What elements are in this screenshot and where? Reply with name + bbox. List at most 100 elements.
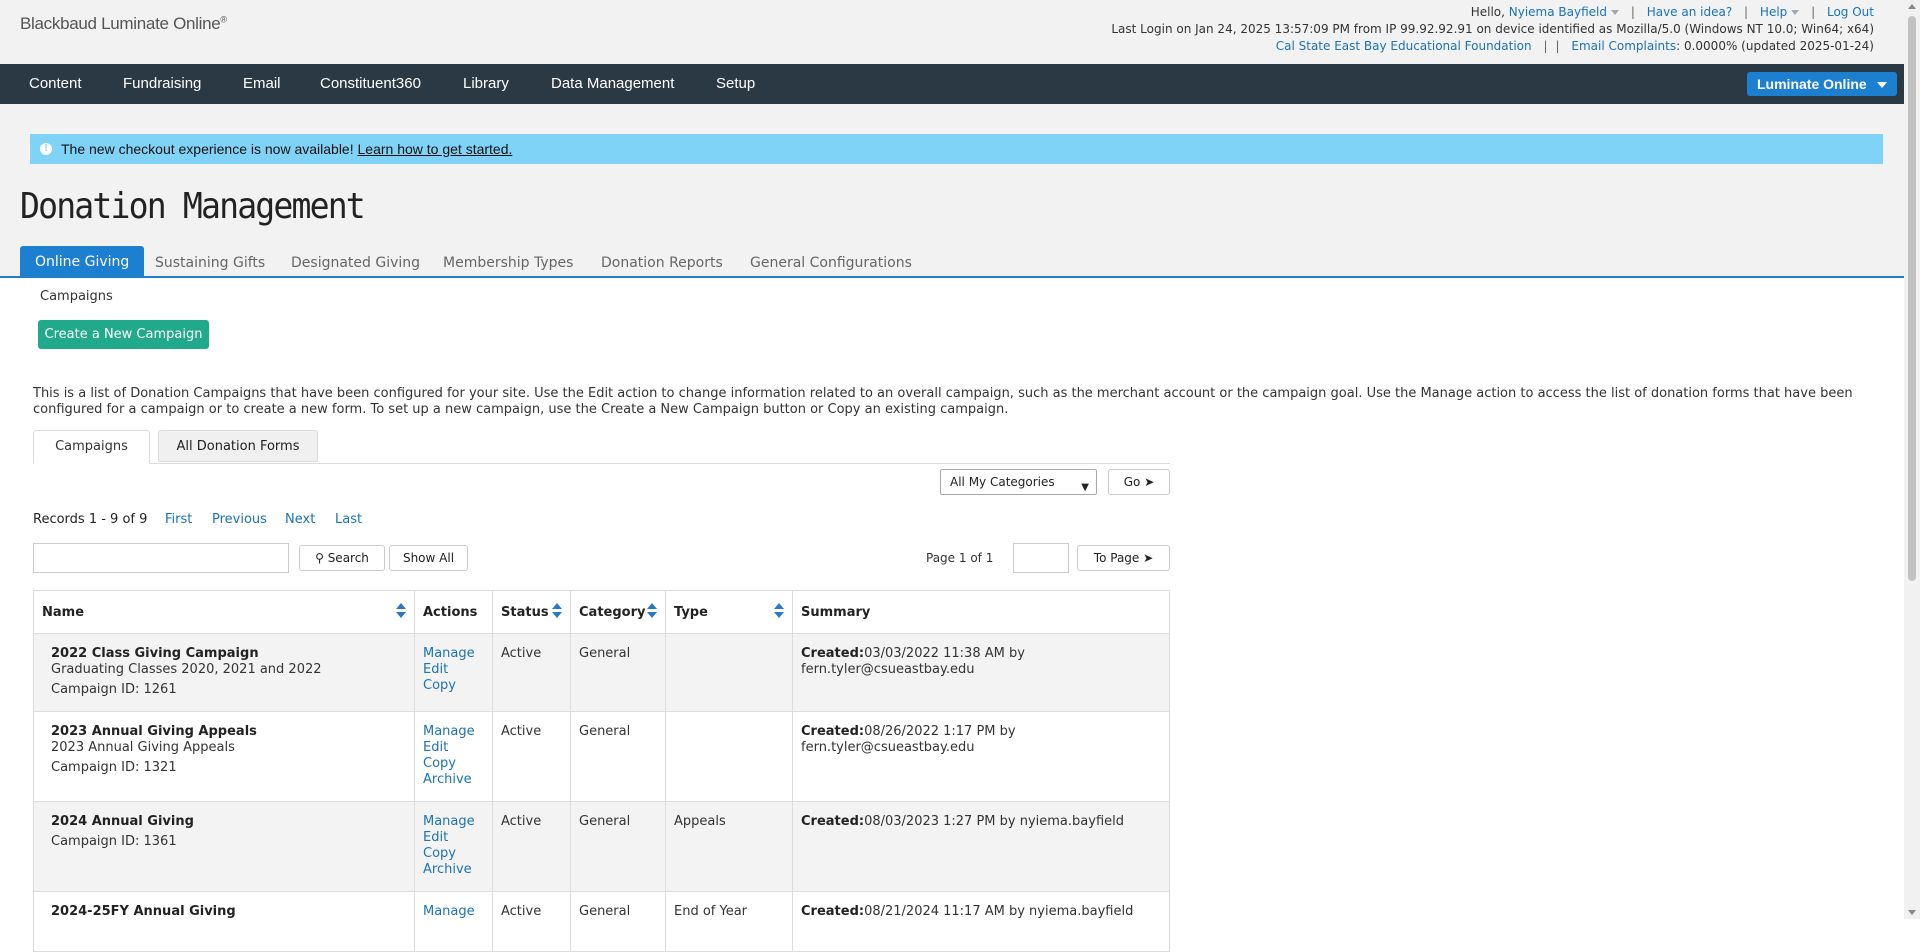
tab-sustaining-gifts[interactable]: Sustaining Gifts	[155, 248, 265, 278]
scroll-down-icon[interactable]	[1908, 910, 1916, 915]
col-name[interactable]: Name	[33, 590, 415, 634]
campaign-name: 2023 Annual Giving Appeals	[51, 724, 257, 739]
page-scrollbar[interactable]	[1904, 0, 1920, 919]
last-login-text: Last Login on Jan 24, 2025 13:57:09 PM f…	[1111, 22, 1874, 36]
nav-fundraising[interactable]: Fundraising	[123, 64, 201, 104]
tab-donation-reports[interactable]: Donation Reports	[601, 248, 723, 278]
chevron-down-icon	[1611, 10, 1619, 15]
page-title: Donation Management	[20, 186, 366, 227]
main-nav: Content Fundraising Email Constituent360…	[0, 64, 1920, 104]
category-select[interactable]: All My Categories ▼	[940, 469, 1097, 495]
product-switcher-button[interactable]: Luminate Online	[1747, 72, 1897, 96]
nav-setup[interactable]: Setup	[716, 64, 755, 104]
to-page-button[interactable]: To Page ➤	[1077, 545, 1170, 571]
archive-link[interactable]: Archive	[423, 772, 484, 788]
chevron-down-icon	[1877, 82, 1887, 88]
have-idea-link[interactable]: Have an idea?	[1647, 5, 1733, 19]
campaign-id: Campaign ID: 1361	[51, 834, 177, 849]
logout-link[interactable]: Log Out	[1827, 5, 1874, 19]
status-cell: Active	[492, 633, 571, 712]
user-menu[interactable]: Nyiema Bayfield	[1509, 5, 1619, 19]
search-button[interactable]: ⚲ Search	[299, 545, 385, 571]
col-summary: Summary	[792, 590, 1170, 634]
manage-link[interactable]: Manage	[423, 904, 484, 920]
alert-text: The new checkout experience is now avail…	[61, 141, 354, 157]
create-campaign-button[interactable]: Create a New Campaign	[38, 320, 209, 349]
type-cell: End of Year	[665, 891, 793, 952]
top-header: Blackbaud Luminate Online® Hello, Nyiema…	[0, 0, 1920, 64]
email-complaints-link[interactable]: Email Complaints	[1571, 39, 1676, 53]
records-count: Records 1 - 9 of 9	[33, 512, 148, 527]
category-cell: General	[570, 711, 666, 802]
hello-label: Hello,	[1470, 5, 1505, 19]
search-input[interactable]	[33, 543, 289, 573]
campaign-subtabs: Campaigns All Donation Forms	[33, 430, 1170, 464]
go-button[interactable]: Go ➤	[1108, 469, 1170, 495]
campaign-id: Campaign ID: 1321	[51, 760, 177, 775]
manage-link[interactable]: Manage	[423, 724, 484, 740]
tab-online-giving[interactable]: Online Giving	[20, 246, 145, 278]
table-row: 2024 Annual Giving Campaign ID: 1361 Man…	[33, 801, 1170, 892]
summary-cell: Created:08/26/2022 1:17 PM by fern.tyler…	[792, 711, 1170, 802]
chevron-down-icon: ▼	[1081, 482, 1089, 493]
status-cell: Active	[492, 801, 571, 892]
nav-email[interactable]: Email	[243, 64, 281, 104]
edit-link[interactable]: Edit	[423, 740, 484, 756]
arrow-right-circle-icon: ➤	[1144, 475, 1155, 489]
campaign-id: Campaign ID: 1261	[51, 682, 177, 697]
sort-icon	[552, 603, 562, 619]
nav-constituent360[interactable]: Constituent360	[320, 64, 421, 104]
copy-link[interactable]: Copy	[423, 846, 484, 862]
page-header-area: ! The new checkout experience is now ava…	[0, 104, 1904, 278]
table-row: 2024-25FY Annual Giving Manage Active Ge…	[33, 891, 1170, 952]
show-all-button[interactable]: Show All	[389, 545, 468, 571]
summary-cell: Created:08/21/2024 11:17 AM by nyiema.ba…	[792, 891, 1170, 952]
manage-link[interactable]: Manage	[423, 814, 484, 830]
col-status[interactable]: Status	[492, 590, 571, 634]
edit-link[interactable]: Edit	[423, 662, 484, 678]
category-cell: General	[570, 801, 666, 892]
pager-next[interactable]: Next	[285, 512, 315, 527]
category-cell: General	[570, 633, 666, 712]
archive-link[interactable]: Archive	[423, 862, 484, 878]
tab-designated-giving[interactable]: Designated Giving	[291, 248, 420, 278]
edit-link[interactable]: Edit	[423, 830, 484, 846]
chevron-down-icon	[1791, 10, 1800, 15]
help-menu[interactable]: Help	[1760, 5, 1800, 19]
manage-link[interactable]: Manage	[423, 646, 484, 662]
page-description: This is a list of Donation Campaigns tha…	[33, 386, 1853, 417]
nav-content[interactable]: Content	[29, 64, 82, 104]
sort-icon	[647, 603, 657, 619]
subtab-all-donation-forms[interactable]: All Donation Forms	[158, 430, 318, 462]
category-cell: General	[570, 891, 666, 952]
arrow-right-circle-icon: ➤	[1143, 551, 1154, 565]
org-link[interactable]: Cal State East Bay Educational Foundatio…	[1276, 39, 1532, 53]
nav-library[interactable]: Library	[463, 64, 509, 104]
pager-first[interactable]: First	[165, 512, 192, 527]
type-cell	[665, 633, 793, 712]
subtab-campaigns[interactable]: Campaigns	[33, 430, 150, 464]
pager-previous[interactable]: Previous	[212, 512, 267, 527]
status-cell: Active	[492, 891, 571, 952]
email-complaints-value: : 0.0000% (updated 2025-01-24)	[1676, 39, 1874, 53]
copy-link[interactable]: Copy	[423, 678, 484, 694]
section-tabs: Online Giving Sustaining Gifts Designate…	[0, 244, 1904, 278]
col-category[interactable]: Category	[570, 590, 666, 634]
sort-icon	[396, 603, 406, 619]
alert-learn-link[interactable]: Learn how to get started.	[358, 141, 513, 157]
tab-general-configurations[interactable]: General Configurations	[750, 248, 912, 278]
tab-membership-types[interactable]: Membership Types	[443, 248, 573, 278]
col-actions: Actions	[414, 590, 493, 634]
info-icon: !	[40, 143, 52, 155]
col-type[interactable]: Type	[665, 590, 793, 634]
campaign-name: 2024 Annual Giving	[51, 814, 194, 829]
nav-data-management[interactable]: Data Management	[551, 64, 674, 104]
user-bar: Hello, Nyiema Bayfield | Have an idea? |…	[1111, 5, 1874, 53]
scrollbar-thumb[interactable]	[1908, 16, 1916, 581]
breadcrumb: Campaigns	[40, 289, 113, 304]
type-cell: Appeals	[665, 801, 793, 892]
page-number-input[interactable]	[1013, 543, 1069, 573]
copy-link[interactable]: Copy	[423, 756, 484, 772]
pager-last[interactable]: Last	[335, 512, 362, 527]
scroll-up-icon[interactable]	[1908, 4, 1916, 9]
